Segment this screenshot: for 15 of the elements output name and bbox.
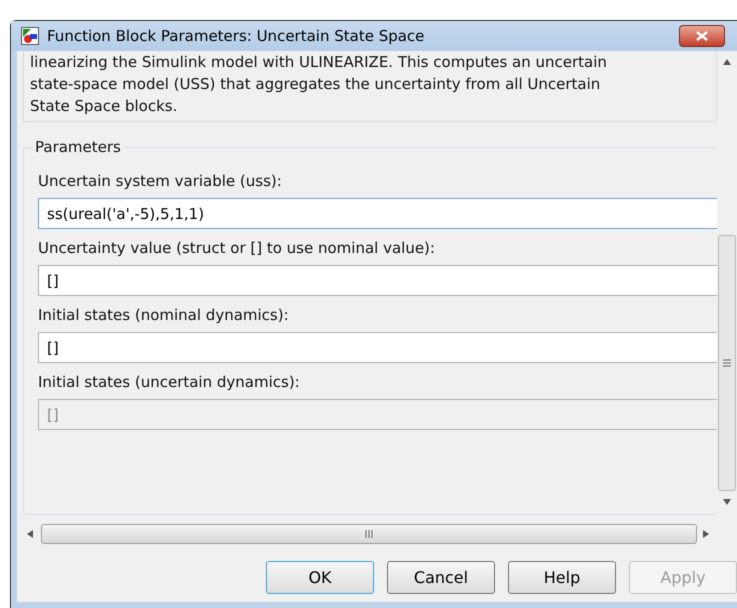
field-label: Initial states (nominal dynamics): (38, 306, 290, 324)
description-text: state-space model (USS) that aggregates the uncertainty from all Uncertain (30, 74, 602, 95)
dialog-button[interactable]: Help (508, 561, 616, 594)
field-label: Initial states (uncertain dynamics): (38, 373, 301, 391)
description-text: linearizing the Simulink model with ULINEARIZE. This computes an uncertain (30, 52, 608, 73)
dialog-button[interactable]: OK (266, 561, 374, 594)
dialog-button[interactable]: Cancel (387, 561, 495, 594)
input-field[interactable]: [] (38, 265, 717, 296)
description-text: State Space blocks. (30, 96, 178, 117)
field-label: Uncertain system variable (uss): (38, 172, 283, 190)
window-title: Function Block Parameters: Uncertain State Space (47, 27, 426, 45)
input-field[interactable]: ss(ureal('a',-5),5,1,1) (38, 198, 717, 229)
input-field[interactable]: [] (38, 332, 717, 363)
group-title: Parameters (34, 138, 122, 156)
field-label: Uncertainty value (struct or [] to use nominal value): (38, 239, 436, 257)
